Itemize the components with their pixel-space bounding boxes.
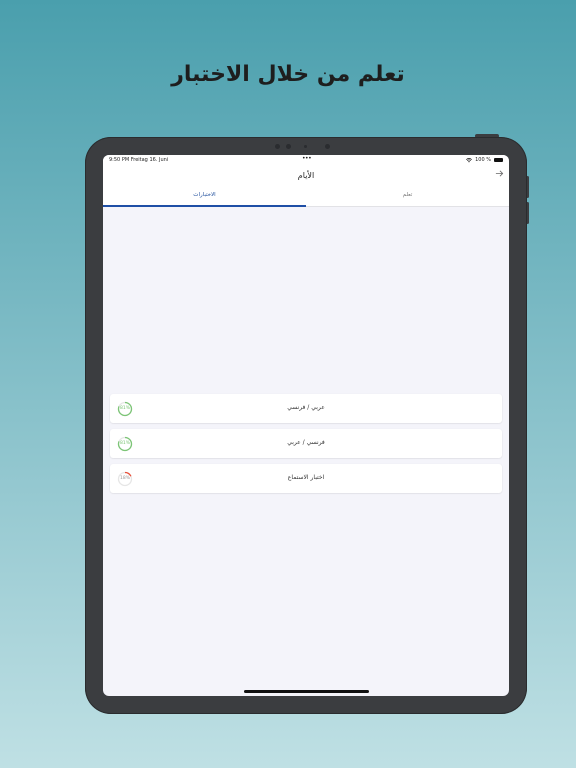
camera-dot [286,144,291,149]
page-title: الأيام [297,171,315,180]
test-label: اختبار الاستماع [287,474,325,481]
ipad-frame: 9:50 PM Freitag 16. Juni ••• 100 % الأيا… [85,137,527,714]
test-item-ar-fr[interactable]: 81% عربي / فرنسي [110,394,502,423]
sensor-dot [304,145,307,148]
tab-learn[interactable]: تعلم [306,187,509,206]
test-item-fr-ar[interactable]: 81% فرنسي / عربي [110,429,502,458]
camera-dot [275,144,280,149]
battery-percent: 100 % [475,157,491,163]
status-bar: 9:50 PM Freitag 16. Juni ••• 100 % [103,155,509,165]
headline: تعلم من خلال الاختبار [171,62,405,87]
home-indicator[interactable] [244,690,369,693]
status-time: 9:50 PM Freitag 16. Juni [109,157,169,163]
app-screen: 9:50 PM Freitag 16. Juni ••• 100 % الأيا… [103,155,509,696]
camera-lens [325,144,330,149]
tab-tests[interactable]: الاختبارات [103,187,306,206]
test-label: فرنسي / عربي [287,439,325,446]
test-item-listening[interactable]: 18% اختبار الاستماع [110,464,502,493]
test-label: عربي / فرنسي [287,404,325,411]
arrow-right-icon[interactable] [495,169,504,181]
wifi-icon [466,157,473,162]
multitask-dots[interactable]: ••• [302,155,312,162]
tab-bar: الاختبارات تعلم [103,187,509,207]
battery-icon [494,158,503,162]
status-right: 100 % [466,157,503,163]
tab-indicator [103,205,306,207]
nav-bar: الأيام [103,165,509,187]
